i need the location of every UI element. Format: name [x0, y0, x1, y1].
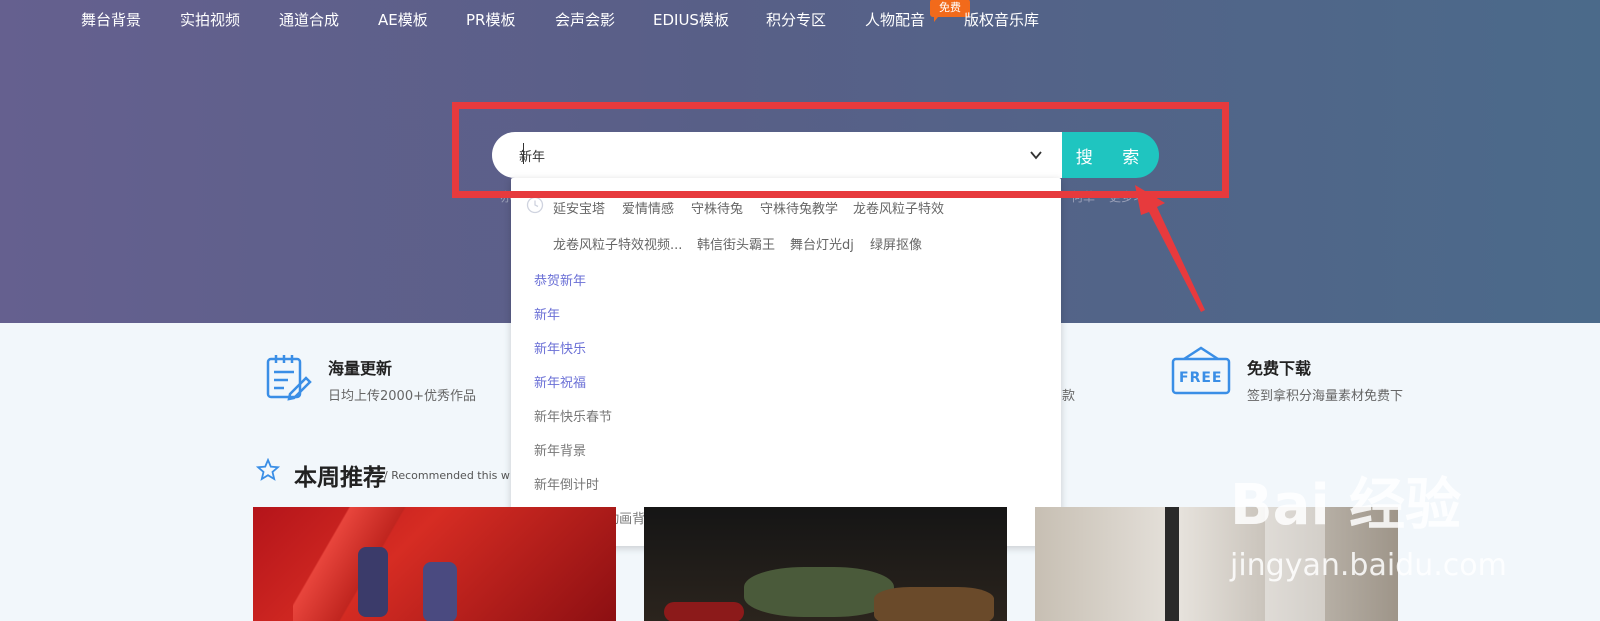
suggestion-item[interactable]: 新年倒计时 — [534, 474, 599, 493]
feature-title: 海量更新 — [328, 359, 393, 378]
history-item[interactable]: 龙卷风粒子特效视频... — [553, 234, 682, 253]
suggestion-item[interactable]: 新年快乐春节 — [534, 406, 612, 425]
suggestion-item[interactable]: 新年 — [534, 304, 560, 323]
suggestion-item[interactable]: 新年快乐 — [534, 338, 586, 357]
history-item[interactable]: 爱情情感 — [622, 198, 674, 217]
nav-item-music[interactable]: 版权音乐库 — [964, 9, 1039, 30]
history-item[interactable]: 舞台灯光dj — [790, 234, 854, 253]
section-subtitle: / Recommended this w — [384, 469, 510, 482]
history-item[interactable]: 守株待兔 — [691, 198, 743, 217]
history-item[interactable]: 延安宝塔 — [553, 198, 605, 217]
baidu-watermark: Bai 经验 — [1230, 473, 1462, 538]
history-item[interactable]: 守株待兔教学 — [760, 198, 838, 217]
top-nav: 舞台背景 实拍视频 通道合成 AE模板 PR模板 会声会影 EDIUS模板 积分… — [0, 0, 1600, 40]
recommend-thumbnail[interactable] — [253, 507, 616, 621]
nav-item-voice[interactable]: 人物配音 — [865, 9, 925, 30]
suggestion-item[interactable]: 新年祝福 — [534, 372, 586, 391]
nav-item-points[interactable]: 积分专区 — [766, 9, 826, 30]
history-item[interactable]: 韩信街头霸王 — [697, 234, 775, 253]
annotation-highlight-box — [452, 102, 1229, 198]
feature-title: 免费下载 — [1247, 359, 1312, 378]
feature-subtitle: 签到拿积分海量素材免费下 — [1247, 389, 1404, 404]
suggestion-item[interactable]: 恭贺新年 — [534, 270, 586, 289]
star-icon — [256, 458, 280, 481]
nav-item-edius[interactable]: EDIUS模板 — [653, 9, 729, 30]
clock-icon — [526, 196, 544, 214]
suggestion-item[interactable]: 新年背景 — [534, 440, 586, 459]
nav-item-ae[interactable]: AE模板 — [378, 9, 428, 30]
nav-item-stage-bg[interactable]: 舞台背景 — [81, 9, 141, 30]
free-label: FREE — [1179, 370, 1223, 386]
history-item[interactable]: 龙卷风粒子特效 — [853, 198, 944, 217]
feature-subtitle: 日均上传2000+优秀作品 — [328, 389, 476, 404]
nav-item-vs[interactable]: 会声会影 — [555, 9, 615, 30]
nav-item-pr[interactable]: PR模板 — [466, 9, 515, 30]
feature-subtitle: 款 — [1062, 389, 1076, 404]
nav-item-channel[interactable]: 通道合成 — [279, 9, 339, 30]
recommend-thumbnail[interactable] — [644, 507, 1007, 621]
history-item[interactable]: 绿屏抠像 — [870, 234, 922, 253]
search-suggestion-dropdown: 延安宝塔 爱情情感 守株待兔 守株待兔教学 龙卷风粒子特效 龙卷风粒子特效视频.… — [511, 178, 1061, 546]
section-title: 本周推荐 — [294, 465, 386, 491]
nav-item-live-video[interactable]: 实拍视频 — [180, 9, 240, 30]
clipboard-edit-icon — [266, 355, 312, 401]
baidu-watermark-url: jingyan.baidu.com — [1230, 548, 1507, 583]
annotation-arrow — [1135, 185, 1205, 312]
